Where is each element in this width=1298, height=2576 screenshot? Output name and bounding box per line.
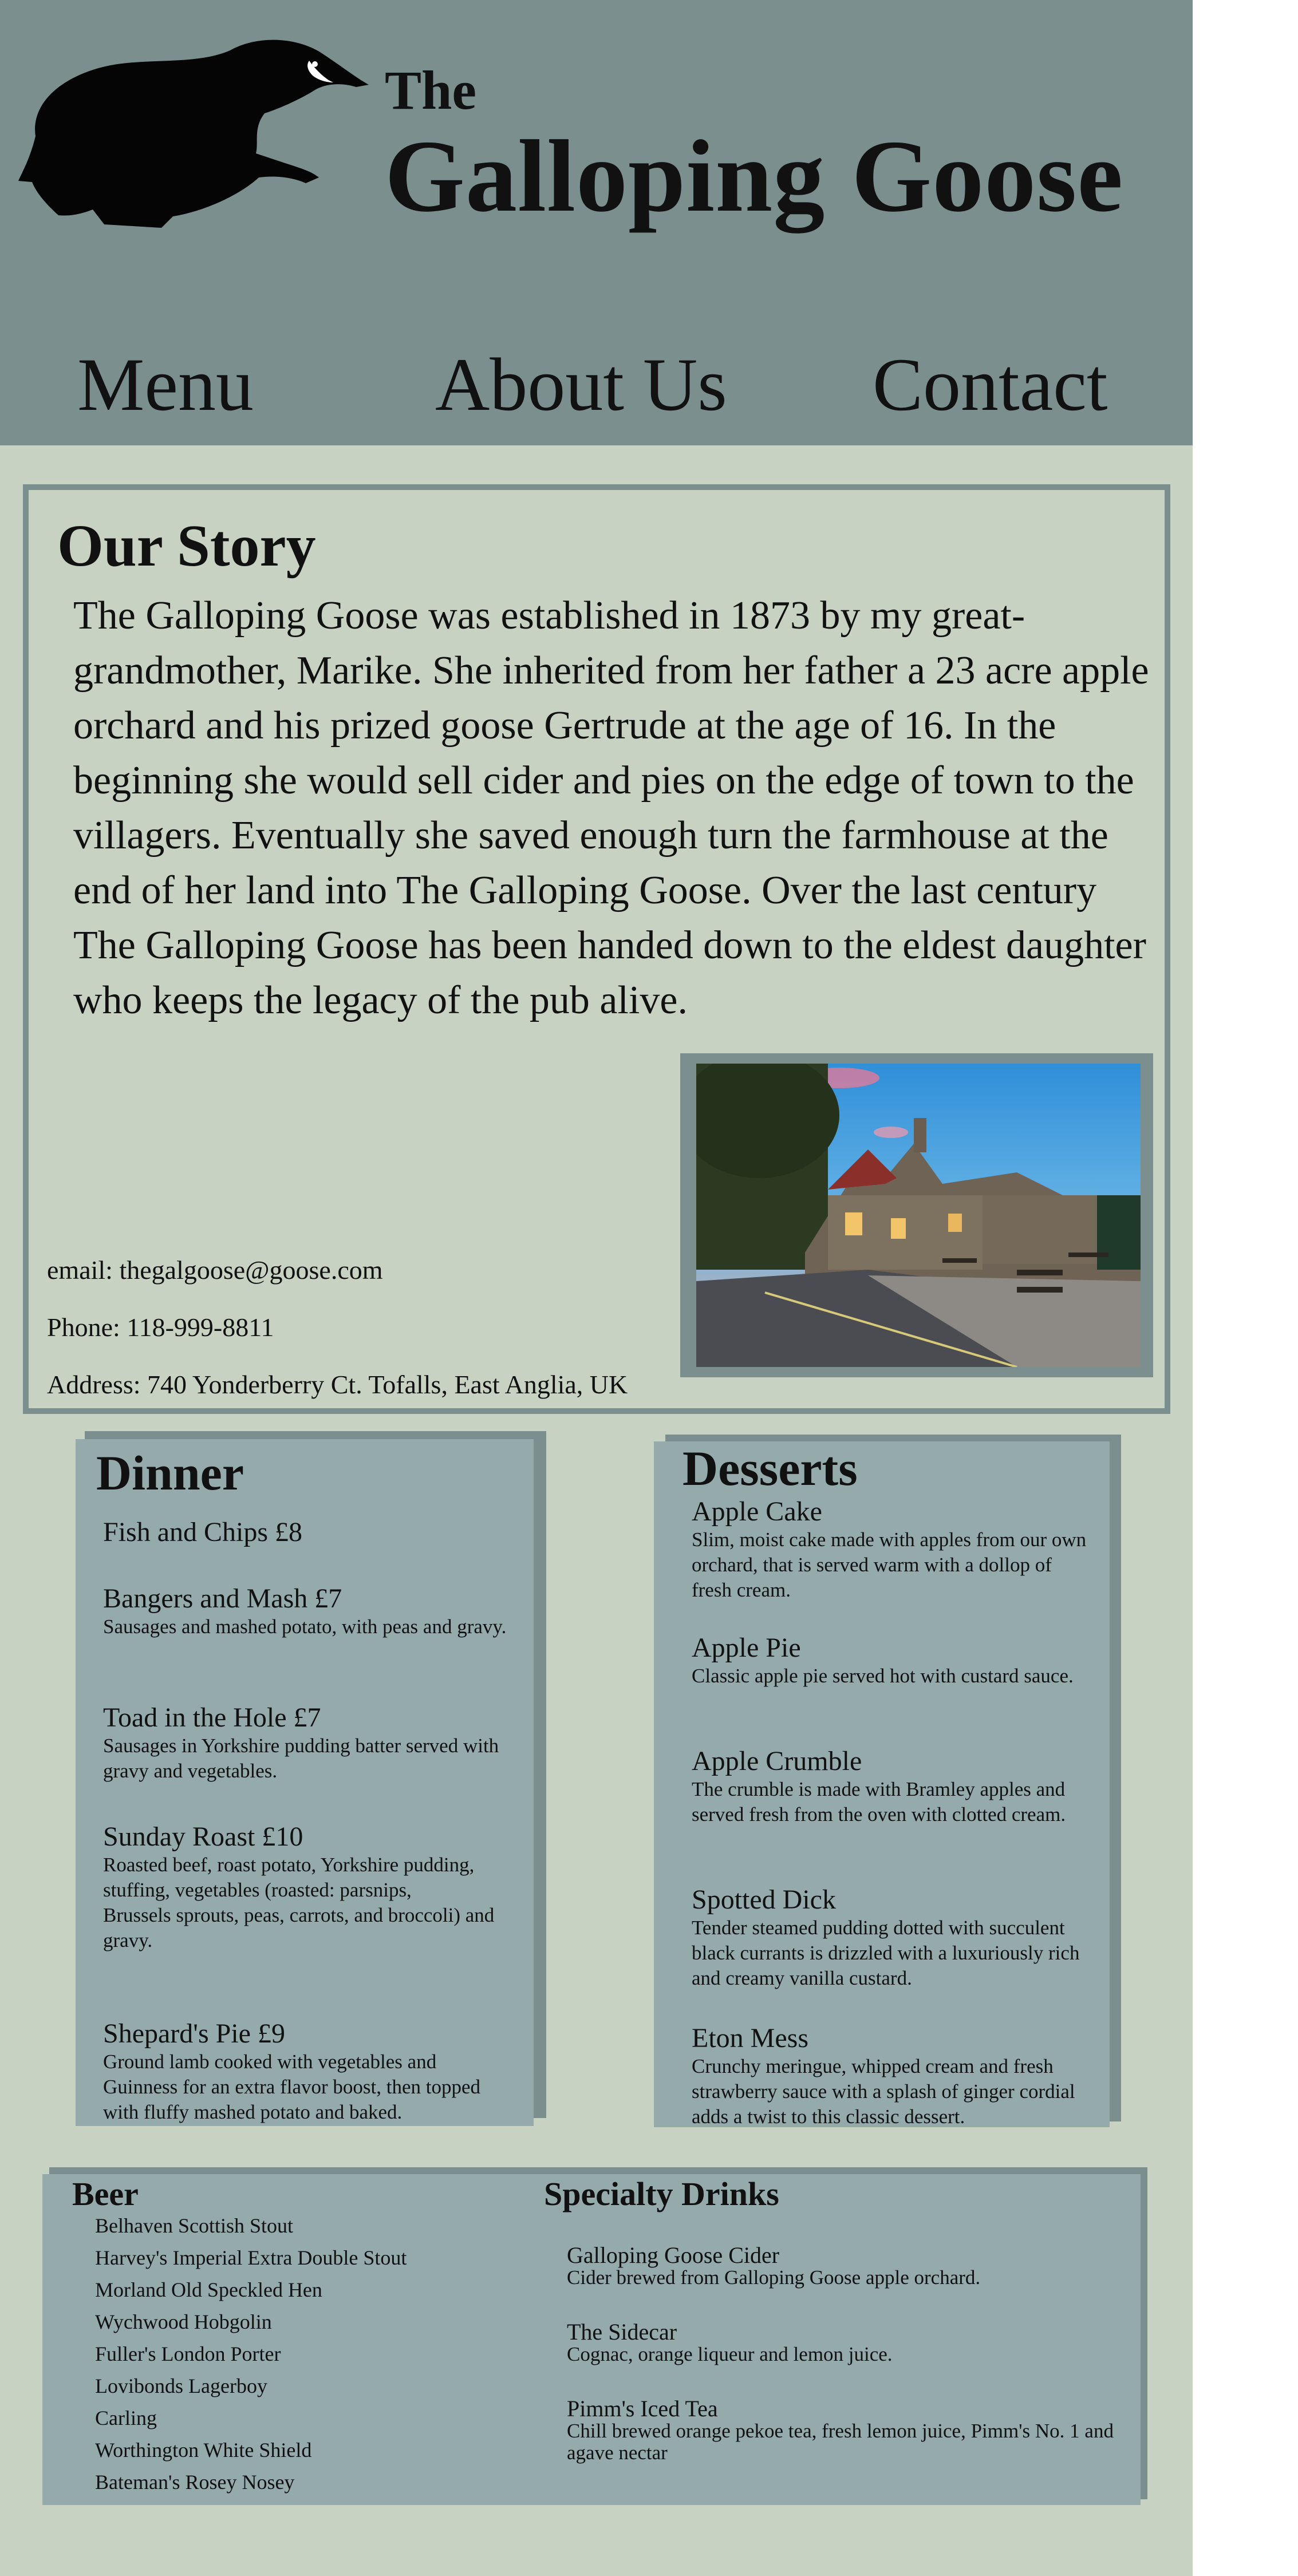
pub-photo (696, 1064, 1141, 1367)
beer-item: Lovibonds Lagerboy (95, 2374, 267, 2397)
brand-name: Galloping Goose (385, 119, 1124, 233)
nav-contact-link[interactable]: Contact (873, 347, 1108, 422)
contact-phone: Phone: 118-999-8811 (47, 1313, 274, 1342)
beer-item: Harvey's Imperial Extra Double Stout (95, 2246, 407, 2269)
beer-item: Wychwood Hobgolin (95, 2310, 272, 2333)
drink-item-name: The Sidecar (567, 2319, 677, 2345)
drink-item-name: Pimm's Iced Tea (567, 2396, 718, 2421)
dinner-menu-card: Dinner Fish and Chips £8 Bangers and Mas… (76, 1439, 534, 2126)
menu-item: Toad in the Hole £7 Sausages in Yorkshir… (103, 1702, 515, 1784)
menu-item-name: Apple Pie (692, 1633, 801, 1663)
site-header: The Galloping Goose Menu About Us Contac… (0, 0, 1193, 445)
menu-item-name: Sunday Roast £10 (103, 1822, 303, 1852)
menu-item: Eton Mess Crunchy meringue, whipped crea… (692, 2023, 1087, 2129)
menu-item-name: Shepard's Pie £9 (103, 2018, 285, 2049)
menu-item: Apple Cake Slim, moist cake made with ap… (692, 1496, 1087, 1603)
menu-item-desc: Classic apple pie served hot with custar… (692, 1665, 1074, 1687)
drink-item: The Sidecar Cognac, orange liqueur and l… (567, 2321, 1128, 2365)
menu-item: Spotted Dick Tender steamed pudding dott… (692, 1884, 1087, 1991)
menu-item-name: Apple Cake (692, 1496, 822, 1527)
menu-item-name: Spotted Dick (692, 1884, 836, 1915)
menu-item: Fish and Chips £8 (103, 1517, 515, 1548)
pub-photo-frame (680, 1053, 1153, 1377)
drink-item-desc: Cider brewed from Galloping Goose apple … (567, 2266, 981, 2289)
menu-item-desc: Sausages in Yorkshire pudding batter ser… (103, 1735, 499, 1782)
nav-menu-link[interactable]: Menu (77, 347, 254, 422)
brand-the: The (385, 60, 477, 121)
drink-item-desc: Chill brewed orange pekoe tea, fresh lem… (567, 2420, 1114, 2464)
menu-item-desc-continued: Brussels sprouts, peas, carrots, and bro… (103, 1904, 495, 1951)
menu-item-desc: Slim, moist cake made with apples from o… (692, 1528, 1087, 1601)
menu-item-name: Eton Mess (692, 2023, 808, 2053)
goose-silhouette-icon (18, 39, 369, 228)
menu-item: Apple Pie Classic apple pie served hot w… (692, 1633, 1087, 1689)
beer-item: Belhaven Scottish Stout (95, 2214, 293, 2237)
beer-title: Beer (72, 2175, 139, 2212)
contact-address: Address: 740 Yonderberry Ct. Tofalls, Ea… (47, 1370, 628, 1399)
drink-item-name: Galloping Goose Cider (567, 2242, 780, 2268)
menu-item: Shepard's Pie £9 Ground lamb cooked with… (103, 2018, 515, 2125)
nav-about-link[interactable]: About Us (435, 347, 727, 422)
menu-item: Sunday Roast £10 Roasted beef, roast pot… (103, 1822, 515, 1953)
beer-item: Worthington White Shield (95, 2439, 312, 2462)
menu-item-name: Toad in the Hole £7 (103, 1702, 321, 1733)
dinner-title: Dinner (96, 1445, 244, 1500)
page: The Galloping Goose Menu About Us Contac… (0, 0, 1193, 2576)
drinks-menu-card: Beer Belhaven Scottish Stout Harvey's Im… (42, 2174, 1141, 2505)
menu-item: Bangers and Mash £7 Sausages and mashed … (103, 1583, 515, 1639)
menu-item-desc: The crumble is made with Bramley apples … (692, 1778, 1066, 1826)
drink-item: Galloping Goose Cider Cider brewed from … (567, 2244, 1128, 2289)
specialty-title: Specialty Drinks (544, 2175, 779, 2212)
drink-item-desc: Cognac, orange liqueur and lemon juice. (567, 2343, 893, 2365)
menu-item-desc: Sausages and mashed potato, with peas an… (103, 1615, 507, 1638)
drink-item: Pimm's Iced Tea Chill brewed orange peko… (567, 2397, 1128, 2464)
beer-item: Morland Old Speckled Hen (95, 2278, 322, 2301)
beer-item: Bateman's Rosey Nosey (95, 2471, 295, 2494)
menu-item-desc: Crunchy meringue, whipped cream and fres… (692, 2055, 1075, 2128)
story-body: The Galloping Goose was established in 1… (73, 594, 1149, 1022)
story-title: Our Story (57, 513, 316, 579)
menu-item-name: Bangers and Mash £7 (103, 1583, 342, 1614)
menu-item-desc: Roasted beef, roast potato, Yorkshire pu… (103, 1854, 475, 1901)
desserts-menu-card: Desserts Apple Cake Slim, moist cake mad… (654, 1441, 1110, 2129)
menu-item-name: Fish and Chips £8 (103, 1517, 303, 1547)
contact-email: email: thegalgoose@goose.com (47, 1255, 383, 1285)
beer-item: Carling (95, 2407, 157, 2429)
menu-item-name: Apple Crumble (692, 1746, 862, 1776)
beer-item: Fuller's London Porter (95, 2342, 281, 2365)
menu-item: Apple Crumble The crumble is made with B… (692, 1746, 1087, 1827)
menu-item-desc: Tender steamed pudding dotted with succu… (692, 1917, 1080, 1989)
menu-item-desc: Ground lamb cooked with vegetables and G… (103, 2050, 481, 2123)
desserts-title: Desserts (682, 1441, 858, 1496)
